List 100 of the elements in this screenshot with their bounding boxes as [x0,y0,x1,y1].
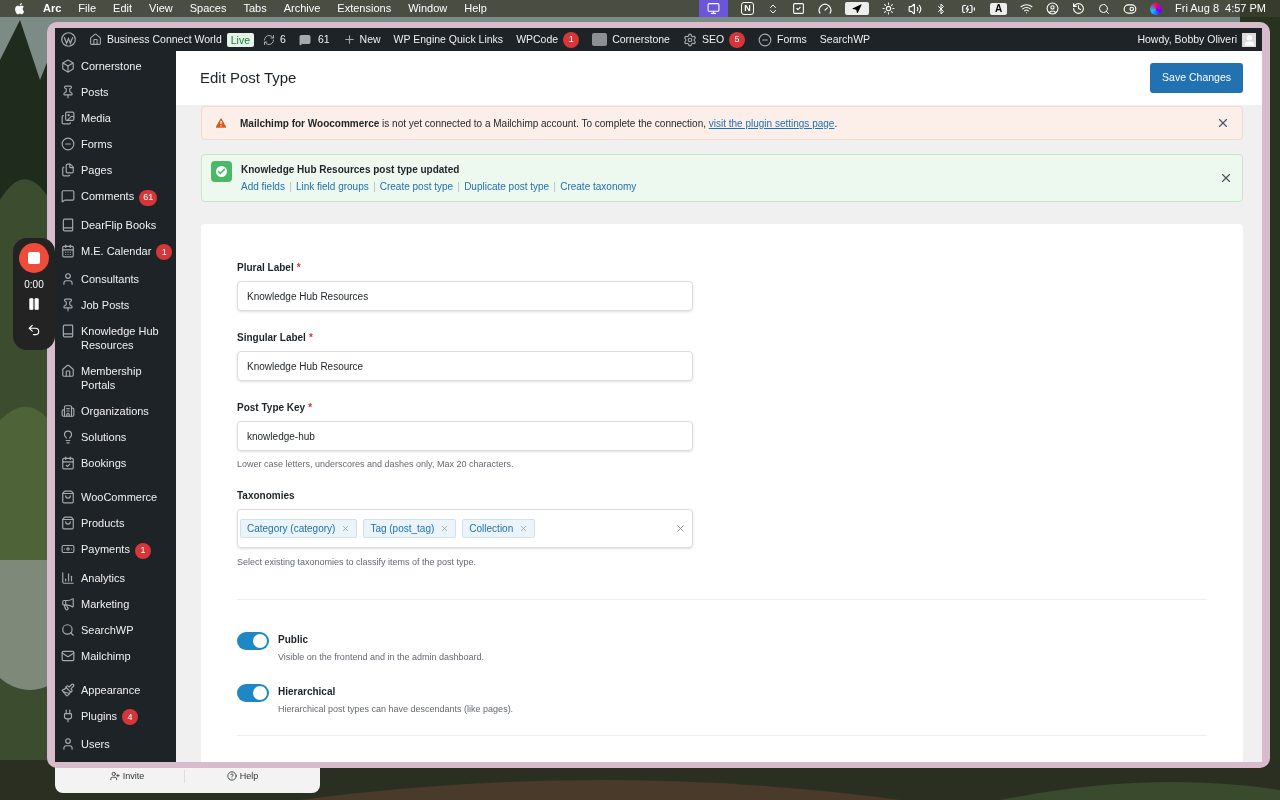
menubar-date: Fri Aug 8 [1175,1,1220,17]
sidebar-item[interactable]: Plugins 4 [55,702,176,731]
clear-icon[interactable] [675,522,686,534]
sidebar-item[interactable]: M.E. Calendar 1 [55,237,176,266]
undo-icon[interactable] [27,323,41,337]
sidebar-item[interactable]: SearchWP [55,616,176,643]
menu-item[interactable]: Tabs [243,0,267,17]
screen-share-icon[interactable] [699,0,728,17]
refresh-icon[interactable] [263,33,276,46]
notice-link[interactable]: Create post type [379,179,454,194]
greeting-link[interactable]: Howdy, Bobby Oliveri [1137,31,1237,48]
wordpress-icon[interactable] [61,32,76,47]
new-link[interactable]: New [359,31,381,48]
circle-minus-icon[interactable] [758,32,773,47]
avatar-icon[interactable] [1242,32,1256,47]
text-field[interactable]: Knowledge Hub Resources [237,281,693,311]
menu-item[interactable]: Extensions [337,0,392,17]
box-icon[interactable] [592,33,608,46]
paintbrush-icon [61,682,75,697]
sidebar-item[interactable]: Products [55,510,176,536]
gauge-icon[interactable] [818,1,832,16]
toolbar-link[interactable]: SearchWP [819,31,871,48]
taxonomy-select[interactable]: Category (category) Tag (post_tag) Collection [237,508,693,548]
chevrons-icon[interactable] [767,2,779,15]
wifi-icon[interactable] [1020,2,1033,15]
toggle-switch[interactable] [237,683,269,702]
sidebar-item[interactable]: Posts [55,79,176,105]
bag-icon [61,490,75,504]
footer-button[interactable]: Invite [70,769,185,783]
plus-icon[interactable] [342,33,356,46]
sidebar-item[interactable]: Analytics [55,564,176,591]
app-status-item[interactable]: N [741,2,754,15]
comments-count[interactable]: 61 [317,31,330,48]
navigation-icon[interactable] [845,2,869,15]
sidebar-item[interactable]: Pages [55,157,176,183]
menu-item[interactable]: Edit [113,0,133,17]
notice-link[interactable]: Add fields [241,179,285,194]
sidebar-item[interactable]: Knowledge Hub Resources [55,318,176,358]
history-icon[interactable] [1072,2,1085,15]
toolbar-link[interactable]: SEO [701,31,725,48]
sidebar-item[interactable]: Payments 1 [55,536,176,565]
sidebar-item[interactable]: Comments 61 [55,183,176,212]
toolbar-link[interactable]: Forms [777,31,807,48]
sidebar-item[interactable]: Marketing [55,590,176,617]
search-icon[interactable] [1098,2,1110,15]
sidebar-item[interactable]: Organizations [55,398,176,424]
footer-button[interactable]: Help [185,769,300,783]
pause-icon[interactable] [27,297,41,311]
text-field[interactable]: knowledge-hub [237,421,693,451]
menu-item[interactable]: Help [464,0,487,17]
sidebar-item[interactable]: DearFlip Books [55,211,176,238]
menu-item[interactable]: Archive [283,0,321,17]
checkbox-icon[interactable] [792,2,805,15]
save-button[interactable]: Save Changes [1150,63,1243,93]
sidebar-item[interactable]: Job Posts [55,292,176,318]
sidebar-item[interactable]: Media [55,105,176,131]
field-label: Post Type Key [237,401,306,415]
comment-icon[interactable] [298,33,311,46]
bluetooth-icon[interactable] [935,2,947,15]
input-source[interactable]: A [990,2,1007,15]
apple-icon[interactable] [14,2,25,15]
toolbar-link[interactable]: WP Engine Quick Links [393,31,504,48]
sidebar-item[interactable]: Mailchimp [55,642,176,669]
close-icon[interactable] [1219,171,1233,185]
sidebar-item[interactable]: Forms [55,131,176,157]
close-icon[interactable] [1216,116,1230,130]
sidebar-item[interactable]: Membership Portals [55,358,176,398]
control-center-icon[interactable] [1123,1,1137,16]
notice-link[interactable]: Duplicate post type [464,179,550,194]
stop-button[interactable] [19,243,49,273]
notice-link[interactable]: Link field groups [295,179,369,194]
toggle-switch[interactable] [237,632,269,650]
sidebar-item[interactable]: Appearance [55,676,176,703]
assistant-icon[interactable] [1150,2,1162,15]
toolbar-link[interactable]: WPCode [516,31,559,48]
sidebar-item[interactable]: Users [55,731,176,757]
updates-count[interactable]: 6 [280,31,286,48]
menu-item[interactable]: Window [408,0,448,17]
site-name-link[interactable]: Business Connect World [107,31,222,48]
taxonomy-tag[interactable]: Tag (post_tag) [363,518,457,538]
taxonomy-tag[interactable]: Category (category) [240,518,358,538]
notice-link[interactable]: Create taxonomy [560,179,637,194]
sidebar-item[interactable]: Cornerstone [55,53,176,79]
gear-icon[interactable] [682,32,697,47]
user-icon[interactable] [1046,2,1059,15]
sidebar-item[interactable]: WooCommerce [55,484,176,510]
sidebar-item[interactable]: Bookings [55,450,176,476]
app-menu[interactable]: Arc [43,0,62,17]
brightness-icon[interactable] [882,2,895,15]
menu-item[interactable]: Spaces [189,0,227,17]
sidebar-item[interactable]: Consultants [55,266,176,292]
volume-icon[interactable] [908,1,922,16]
house-icon[interactable] [89,33,102,46]
sidebar-item[interactable]: Solutions [55,424,176,450]
calendar-check-icon [61,456,75,470]
toolbar-link[interactable]: Cornerstone [612,31,670,48]
text-field[interactable]: Knowledge Hub Resource [237,351,693,381]
menu-item[interactable]: View [149,0,173,17]
taxonomy-tag[interactable]: Collection [462,518,536,538]
menu-item[interactable]: File [78,0,97,17]
